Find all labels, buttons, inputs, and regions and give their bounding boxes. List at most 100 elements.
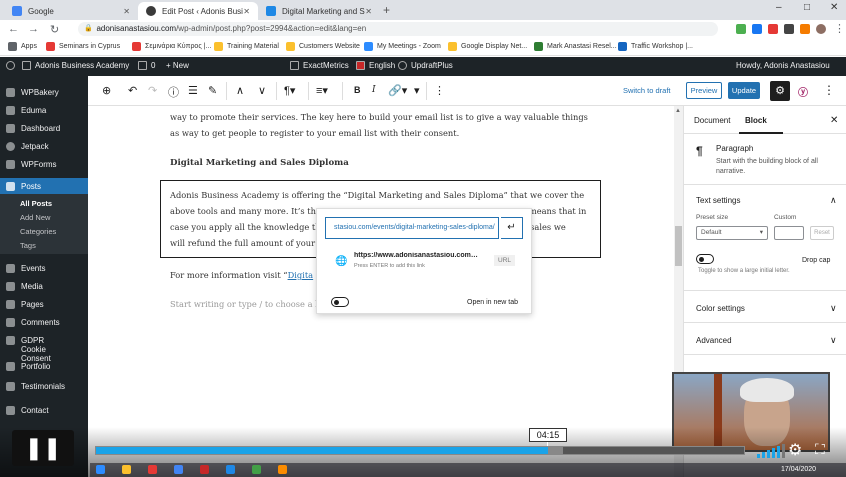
- taskbar-app-icon[interactable]: [278, 465, 287, 474]
- sidebar-item-jetpack[interactable]: Jetpack: [0, 138, 88, 154]
- sidebar-sub-categories[interactable]: Categories: [0, 224, 88, 238]
- forward-icon[interactable]: →: [28, 23, 39, 35]
- volume-icon[interactable]: [757, 444, 785, 458]
- list-view-icon[interactable]: ☰: [188, 84, 198, 97]
- pause-button[interactable]: ❚❚: [12, 430, 74, 466]
- facebook-icon[interactable]: [752, 24, 762, 34]
- comments-link[interactable]: 0: [138, 61, 155, 70]
- open-new-tab-toggle[interactable]: [331, 297, 349, 307]
- bookmark-item[interactable]: Mark Anastasi Resel...: [534, 42, 617, 51]
- sidebar-item-media[interactable]: Media: [0, 278, 88, 294]
- link-suggestion[interactable]: 🌐 https://www.adonisanastasiou.com/event…: [317, 247, 531, 277]
- extension-icon[interactable]: [784, 24, 794, 34]
- bookmark-item[interactable]: My Meetings - Zoom: [364, 42, 441, 51]
- close-icon[interactable]: ✕: [243, 7, 250, 16]
- back-icon[interactable]: ←: [8, 23, 19, 35]
- close-icon[interactable]: ✕: [830, 115, 838, 126]
- submit-link-icon[interactable]: ↵: [501, 217, 523, 239]
- reload-icon[interactable]: ↻: [50, 23, 59, 36]
- text-settings-header[interactable]: Text settings: [696, 196, 740, 205]
- taskbar-app-icon[interactable]: [96, 465, 105, 474]
- sidebar-item-comments[interactable]: Comments: [0, 314, 88, 330]
- more-tools-icon[interactable]: ⋮: [823, 83, 835, 97]
- bookmark-item[interactable]: Apps: [8, 42, 37, 51]
- minimize-button[interactable]: –: [776, 2, 782, 13]
- paragraph-block[interactable]: way to promote their services. The key h…: [170, 109, 590, 141]
- edit-icon[interactable]: ✎: [208, 84, 217, 97]
- bold-icon[interactable]: B: [354, 85, 361, 95]
- video-settings-icon[interactable]: ⚙: [788, 440, 802, 460]
- chevron-up-icon[interactable]: ∧: [830, 195, 837, 206]
- close-window-button[interactable]: ✕: [830, 2, 838, 13]
- link-icon[interactable]: 🔗▾: [388, 84, 407, 97]
- extension-icon[interactable]: [800, 24, 810, 34]
- preview-button[interactable]: Preview: [686, 82, 722, 99]
- howdy-user-link[interactable]: Howdy, Adonis Anastasiou: [736, 61, 830, 70]
- yoast-icon[interactable]: ⓨ: [798, 84, 808, 99]
- bookmark-item[interactable]: Seminars in Cyprus: [46, 42, 120, 51]
- url-input[interactable]: adonisanastasiou.com/wp-admin/post.php?p…: [78, 22, 718, 36]
- extension-icon[interactable]: [736, 24, 746, 34]
- sidebar-item-eduma[interactable]: Eduma: [0, 102, 88, 118]
- menu-icon[interactable]: ⋮: [834, 22, 845, 35]
- italic-icon[interactable]: I: [372, 85, 376, 95]
- sidebar-item-gdpr[interactable]: GDPR Cookie Consent: [0, 334, 88, 363]
- close-icon[interactable]: ✕: [365, 7, 372, 16]
- taskbar-app-icon[interactable]: [200, 465, 209, 474]
- exactmetrics-link[interactable]: ExactMetrics: [290, 61, 349, 70]
- scroll-up-icon[interactable]: ▲: [675, 108, 681, 114]
- tab-google[interactable]: Google ✕: [4, 2, 138, 20]
- sidebar-item-contact[interactable]: Contact: [0, 402, 88, 418]
- sidebar-item-wpbakery[interactable]: WPBakery: [0, 84, 88, 100]
- language-switcher[interactable]: English: [356, 61, 395, 70]
- sidebar-item-portfolio[interactable]: Portfolio: [0, 358, 88, 374]
- maximize-button[interactable]: □: [804, 2, 810, 13]
- color-settings-header[interactable]: Color settings: [696, 304, 745, 313]
- fullscreen-icon[interactable]: ⛶: [815, 441, 825, 458]
- add-block-icon[interactable]: ⊕: [102, 84, 111, 97]
- heading-block[interactable]: Digital Marketing and Sales Diploma: [170, 158, 349, 168]
- taskbar-app-icon[interactable]: [226, 465, 235, 474]
- close-icon[interactable]: ✕: [123, 7, 130, 16]
- tab-document[interactable]: Document: [694, 116, 730, 125]
- custom-size-input[interactable]: [774, 226, 804, 240]
- info-icon[interactable]: ⓘ: [168, 84, 179, 100]
- video-progress-bar[interactable]: [95, 446, 745, 455]
- more-info-link[interactable]: Digita: [288, 270, 314, 280]
- sidebar-item-wpforms[interactable]: WPForms: [0, 156, 88, 172]
- bookmark-item[interactable]: Σεμινάρια Κύπρος |...: [132, 42, 211, 51]
- profile-avatar[interactable]: [816, 24, 826, 34]
- settings-gear-icon[interactable]: ⚙: [770, 81, 790, 101]
- bookmark-item[interactable]: Customers Website: [286, 42, 360, 51]
- taskbar-app-icon[interactable]: [122, 465, 131, 474]
- more-format-icon[interactable]: ▾: [414, 84, 420, 97]
- redo-icon[interactable]: ↷: [148, 84, 157, 97]
- sidebar-item-testimonials[interactable]: Testimonials: [0, 378, 88, 394]
- sidebar-item-pages[interactable]: Pages: [0, 296, 88, 312]
- new-tab-button[interactable]: +: [383, 3, 390, 17]
- scrollbar-thumb[interactable]: [675, 226, 682, 266]
- new-link[interactable]: + New: [166, 61, 189, 70]
- reset-button[interactable]: Reset: [810, 226, 834, 240]
- update-button[interactable]: Update: [728, 82, 760, 99]
- sidebar-sub-tags[interactable]: Tags: [0, 238, 88, 252]
- link-url-input[interactable]: stasiou.com/events/digital-marketing-sal…: [325, 217, 499, 239]
- bookmark-item[interactable]: Traffic Workshop |...: [618, 42, 693, 51]
- taskbar-app-icon[interactable]: [148, 465, 157, 474]
- switch-to-draft-button[interactable]: Switch to draft: [623, 86, 671, 95]
- tab-digital-marketing[interactable]: Digital Marketing and Sales Diplo ✕: [258, 2, 380, 20]
- preset-size-select[interactable]: Default: [696, 226, 768, 240]
- align-icon[interactable]: ≡▾: [316, 84, 328, 97]
- chevron-down-icon[interactable]: ∨: [830, 303, 837, 314]
- undo-icon[interactable]: ↶: [128, 84, 137, 97]
- taskbar-app-icon[interactable]: [252, 465, 261, 474]
- extension-icon[interactable]: [768, 24, 778, 34]
- block-placeholder[interactable]: Start writing or type / to choose a b: [170, 299, 320, 309]
- sidebar-sub-all-posts[interactable]: All Posts: [0, 196, 88, 210]
- sidebar-sub-add-new[interactable]: Add New: [0, 210, 88, 224]
- wordpress-logo-icon[interactable]: [6, 61, 19, 70]
- more-options-icon[interactable]: ⋮: [434, 84, 445, 97]
- bookmark-item[interactable]: Training Material: [214, 42, 279, 51]
- move-up-icon[interactable]: ∧: [236, 84, 244, 97]
- advanced-header[interactable]: Advanced: [696, 336, 732, 345]
